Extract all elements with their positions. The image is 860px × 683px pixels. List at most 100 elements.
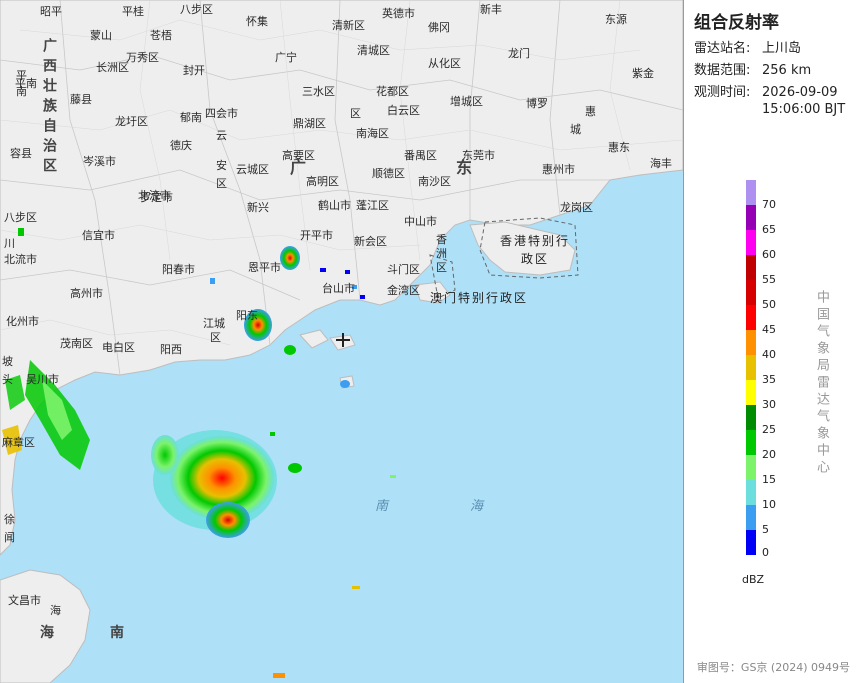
place-label: 番禺区	[404, 149, 437, 162]
place-label: 阳西	[160, 343, 182, 356]
place-label: 清城区	[357, 44, 390, 57]
legend-swatch-70	[746, 180, 756, 205]
place-label: 怀集	[246, 15, 268, 28]
place-label: 江城	[203, 317, 225, 330]
time-label: 观测时间:	[694, 85, 751, 100]
echo-storm-west	[151, 435, 179, 475]
place-label: 南海区	[356, 127, 389, 140]
legend-swatch-20	[746, 430, 756, 455]
place-label: 容县	[10, 147, 32, 160]
place-label: 长洲区	[96, 61, 129, 74]
legend-swatch-45	[746, 305, 756, 330]
range-label: 数据范围:	[694, 63, 751, 78]
place-label: 香	[436, 233, 447, 246]
place-label: 八步区	[4, 211, 37, 224]
station-row: 雷达站名: 上川岛	[694, 40, 801, 57]
radar-viewer: 昭平 平桂 八步区 怀集 清新区 英德市 新丰 东源 蒙山 苍梧 长洲区 万秀区…	[0, 0, 860, 683]
legend-label-55: 55	[762, 273, 776, 286]
mainland	[0, 0, 683, 556]
echo-storm-tail	[206, 502, 250, 538]
place-label: 徐	[4, 513, 15, 526]
island-1	[299, 329, 329, 349]
place-label: 惠	[585, 105, 596, 118]
legend-label-35: 35	[762, 373, 776, 386]
echo-small-8	[270, 432, 275, 436]
echo-small-12	[18, 228, 24, 236]
place-label: 新会区	[354, 235, 387, 248]
place-label: 平桂	[122, 5, 144, 18]
range-row: 数据范围: 256 km	[694, 62, 811, 79]
legend-swatch-25	[746, 405, 756, 430]
place-label: 斗门区	[387, 263, 420, 276]
place-label: 海丰	[650, 157, 672, 170]
place-label: 区	[216, 177, 227, 190]
echo-small-5	[345, 270, 350, 274]
place-label: 区	[436, 261, 447, 274]
place-label: 惠东	[608, 141, 630, 154]
legend-swatch-0	[746, 530, 756, 555]
place-label: 头	[2, 373, 13, 386]
echo-small-7	[360, 295, 365, 299]
place-label: 花都区	[376, 85, 409, 98]
place-label: 龙门	[508, 47, 530, 60]
legend-swatch-10	[746, 480, 756, 505]
legend-label-5: 5	[762, 523, 769, 536]
place-label: 化州市	[6, 315, 39, 328]
sea-label-south-2: 海	[470, 499, 484, 514]
legend-label-45: 45	[762, 323, 776, 336]
place-label: 清新区	[332, 19, 365, 32]
place-label: 顺德区	[372, 167, 405, 180]
place-label: 茂南区	[60, 337, 93, 350]
place-label: 藤县	[70, 93, 92, 106]
region-label-hainan-1: 海	[40, 625, 54, 641]
place-label: 吴川市	[26, 373, 59, 386]
place-label: 英德市	[382, 7, 415, 20]
place-label: 鹤山市	[318, 199, 351, 212]
legend-swatch-55	[746, 255, 756, 280]
place-label: 紫金	[632, 67, 654, 80]
place-label: 蒙山	[90, 29, 112, 42]
legend-swatch-60	[746, 230, 756, 255]
place-label: 蓬江区	[356, 199, 389, 212]
place-label: 恩平市	[248, 261, 281, 274]
legend-swatch-15	[746, 455, 756, 480]
place-label: 城	[570, 123, 581, 136]
place-label: 区	[350, 107, 361, 120]
echo-small-1	[288, 463, 302, 473]
info-panel: 组合反射率 雷达站名: 上川岛 数据范围: 256 km 观测时间: 2026-09-…	[684, 0, 860, 683]
place-label: 封开	[183, 64, 205, 77]
place-label: 新兴	[247, 201, 269, 214]
legend-label-40: 40	[762, 348, 776, 361]
place-label: 中山市	[404, 215, 437, 228]
place-label: 南沙区	[418, 175, 451, 188]
echo-small-9	[390, 475, 396, 478]
radar-map[interactable]: 昭平 平桂 八步区 怀集 清新区 英德市 新丰 东源 蒙山 苍梧 长洲区 万秀区…	[0, 0, 684, 683]
place-label: 安	[216, 159, 227, 172]
place-label: 云	[216, 129, 227, 142]
place-label: 台山市	[322, 282, 355, 295]
place-label: 龙岗区	[560, 201, 593, 214]
legend-swatch-5	[746, 505, 756, 530]
legend-label-70: 70	[762, 198, 776, 211]
place-label: 四会市	[205, 107, 238, 120]
legend-swatch-50	[746, 280, 756, 305]
legend-label-50: 50	[762, 298, 776, 311]
station-value: 上川岛	[762, 41, 802, 56]
place-label: 电白区	[102, 341, 135, 354]
region-label-dong: 东	[456, 158, 473, 177]
region-label-hk: 香港特别行政区	[500, 234, 571, 266]
approval-number: 审图号：GS京 (2024) 0949号	[696, 661, 850, 674]
place-label: 云城区	[236, 163, 269, 176]
place-label: 高明区	[306, 175, 339, 188]
place-label: 八步区	[180, 3, 213, 16]
place-label: 北流市	[4, 253, 37, 266]
place-label: 川	[4, 237, 15, 250]
legend-label-10: 10	[762, 498, 776, 511]
place-label: 区	[210, 331, 221, 344]
legend-label-15: 15	[762, 473, 776, 486]
sea-label-south-1: 南	[375, 499, 389, 514]
echo-enping	[280, 246, 300, 270]
legend-label-65: 65	[762, 223, 776, 236]
time-date: 2026-09-09	[762, 85, 838, 100]
time-value: 2026-09-09 15:06:00 BJT	[762, 84, 845, 118]
